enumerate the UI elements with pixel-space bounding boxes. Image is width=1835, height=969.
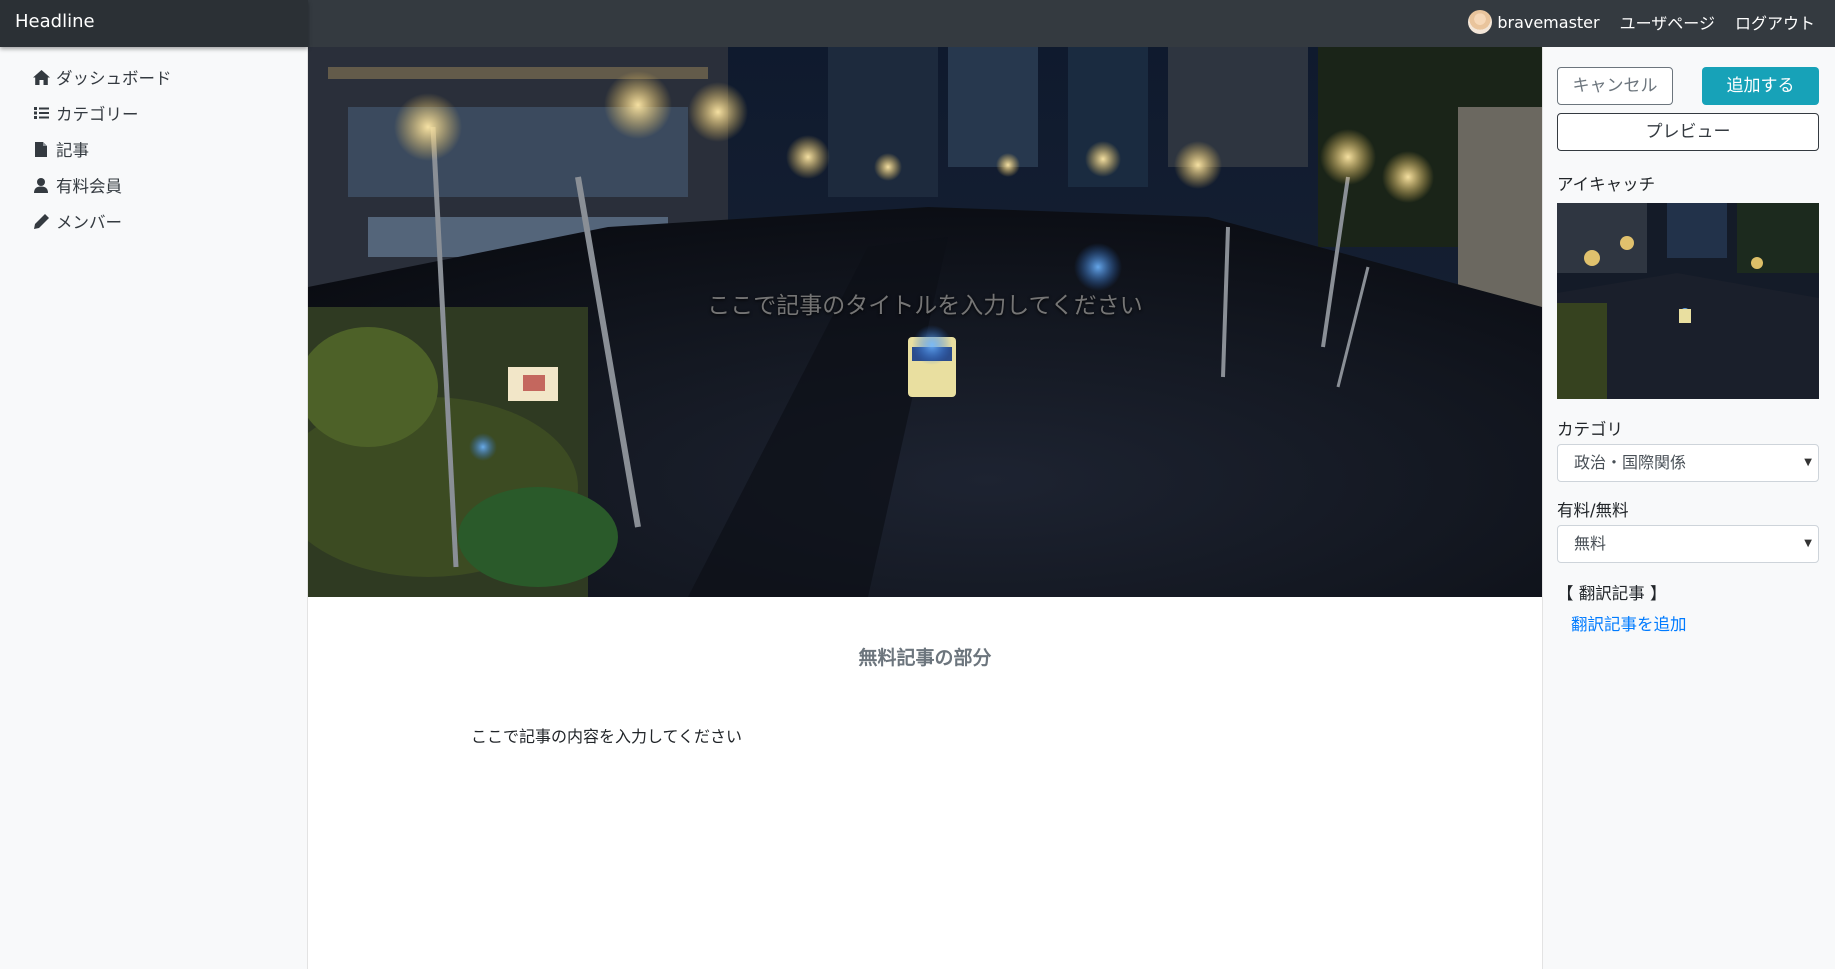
category-label: カテゴリ	[1557, 420, 1623, 439]
user-menu[interactable]: bravemaster	[1458, 10, 1609, 34]
sidebar-item-label: 記事	[56, 141, 89, 160]
category-select-value: 政治・国際関係	[1574, 453, 1687, 472]
user-page-link[interactable]: ユーザページ	[1610, 10, 1725, 34]
sidebar-item-label: カテゴリー	[56, 105, 139, 124]
sidebar-item-members[interactable]: メンバー	[0, 203, 307, 239]
home-icon	[32, 68, 50, 86]
eyecatch-label: アイキャッチ	[1557, 175, 1656, 194]
avatar	[1468, 10, 1493, 34]
hero-photo	[308, 47, 1542, 597]
sidebar-item-label: メンバー	[56, 213, 122, 232]
chevron-down-icon: ▼	[1804, 538, 1812, 549]
editor-main: 無料記事の部分 ここで記事の内容を入力してください	[308, 47, 1542, 969]
sidebar-item-categories[interactable]: カテゴリー	[0, 95, 307, 131]
hero-image[interactable]	[308, 47, 1542, 597]
settings-panel: キャンセル 追加する プレビュー アイキャッチ カテゴリ 政治・国際関係 ▼ 有…	[1542, 47, 1835, 969]
sidebar-item-label: ダッシュボード	[56, 69, 172, 88]
add-button[interactable]: 追加する	[1702, 67, 1819, 105]
article-body-input[interactable]: ここで記事の内容を入力してください	[471, 723, 742, 747]
sidebar-item-paid-members[interactable]: 有料会員	[0, 167, 307, 203]
sidebar: ダッシュボード カテゴリー 記事 有料会員 メンバー	[0, 47, 308, 969]
add-translation-link[interactable]: 翻訳記事を追加	[1571, 611, 1687, 635]
logout-link[interactable]: ログアウト	[1725, 10, 1825, 34]
section-heading: 無料記事の部分	[858, 647, 992, 669]
sidebar-item-label: 有料会員	[56, 177, 122, 196]
top-nav-links: bravemaster ユーザページ ログアウト	[1458, 0, 1825, 44]
eyecatch-photo	[1557, 203, 1819, 399]
pencil-icon	[32, 212, 50, 230]
top-navbar: Headline bravemaster ユーザページ ログアウト	[0, 0, 1835, 47]
brand-logo[interactable]: Headline	[0, 0, 308, 47]
category-select[interactable]: 政治・国際関係 ▼	[1557, 444, 1819, 482]
list-icon	[32, 104, 50, 122]
sidebar-item-dashboard[interactable]: ダッシュボード	[0, 59, 307, 95]
article-title-input[interactable]	[308, 292, 1542, 319]
translation-label: 【 翻訳記事 】	[1557, 584, 1667, 603]
username-label: bravemaster	[1497, 12, 1600, 32]
paid-label: 有料/無料	[1557, 501, 1629, 520]
paid-select-value: 無料	[1574, 534, 1607, 553]
chevron-down-icon: ▼	[1804, 457, 1812, 468]
paid-select[interactable]: 無料 ▼	[1557, 525, 1819, 563]
eyecatch-image[interactable]	[1557, 203, 1819, 399]
user-icon	[32, 176, 50, 194]
file-icon	[32, 140, 50, 158]
preview-button[interactable]: プレビュー	[1557, 113, 1819, 151]
cancel-button[interactable]: キャンセル	[1557, 67, 1673, 105]
sidebar-item-articles[interactable]: 記事	[0, 131, 307, 167]
